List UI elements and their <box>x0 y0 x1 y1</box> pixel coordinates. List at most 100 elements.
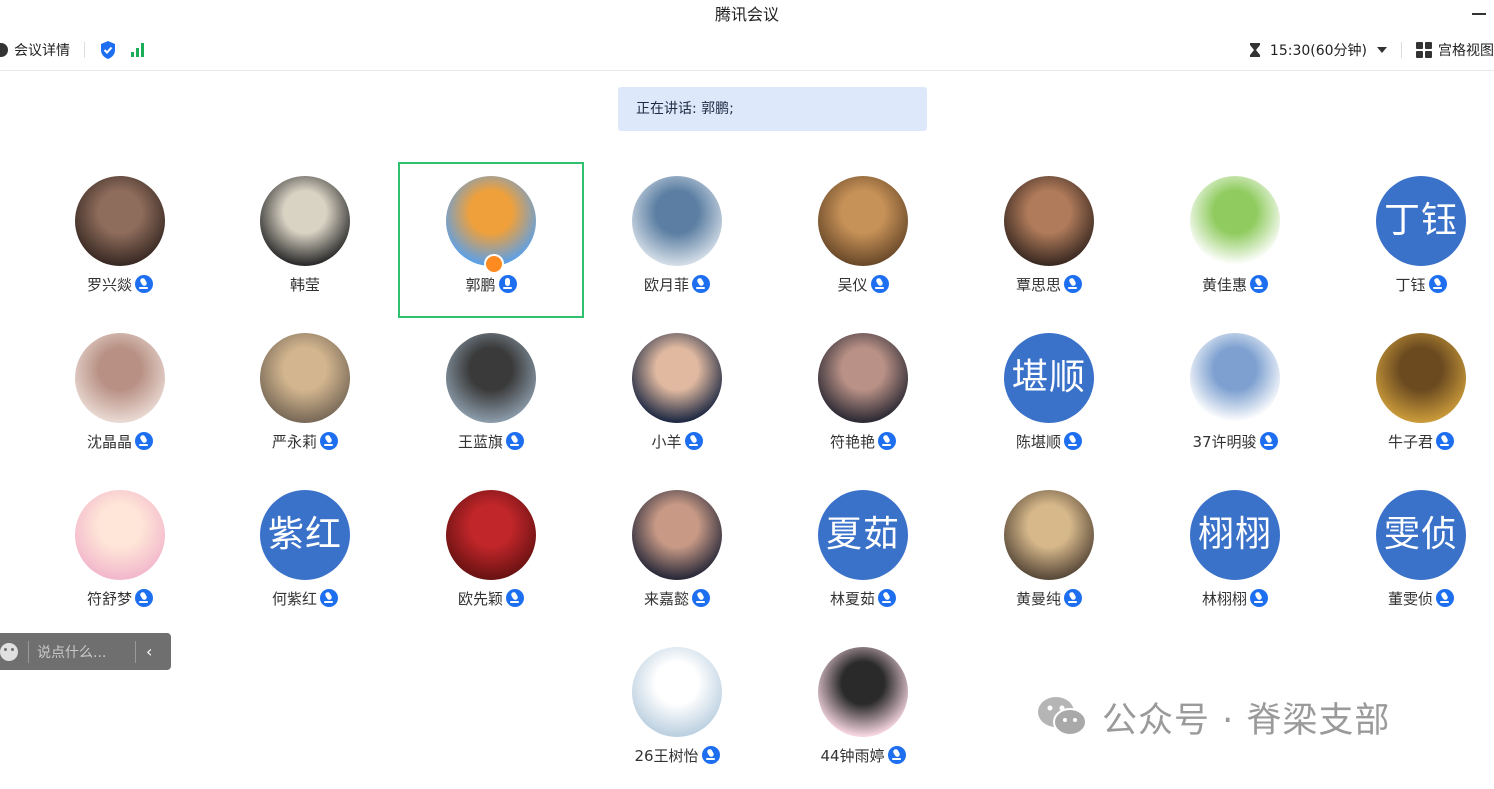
grid-view-icon[interactable] <box>1416 42 1432 58</box>
participant-name-row: 韩莹 <box>212 273 398 295</box>
microphone-icon <box>1064 275 1082 293</box>
participant-name-row: 欧月菲 <box>584 273 770 295</box>
microphone-icon <box>870 275 889 293</box>
participant-name-row: 林夏茹 <box>770 587 956 609</box>
microphone-icon <box>701 746 720 764</box>
speaking-banner: 正在讲话: 郭鹏; <box>618 87 927 131</box>
participant-tile[interactable]: 韩莹 <box>212 162 398 318</box>
participant-name: 韩莹 <box>289 275 320 294</box>
participant-tile[interactable]: 覃思思 <box>956 162 1142 318</box>
participant-name: 符舒梦 <box>86 589 132 608</box>
grid-view-button[interactable]: 宫格视图 <box>1438 40 1494 60</box>
participant-name: 覃思思 <box>1015 275 1061 294</box>
participant-tile[interactable]: 沈晶晶 <box>27 319 213 475</box>
chat-input-bar[interactable]: 说点什么... ‹ <box>0 633 171 670</box>
toolbar-divider <box>1401 42 1402 58</box>
participant-tile[interactable]: 堪顺 陈堪顺 <box>956 319 1142 475</box>
participant-name: 欧先颖 <box>457 589 503 608</box>
participant-tile[interactable]: 郭鹏 <box>398 162 584 318</box>
microphone-icon <box>1428 275 1447 293</box>
participant-name: 来嘉懿 <box>643 589 689 608</box>
participant-name: 黄佳惠 <box>1201 275 1247 294</box>
signal-icon[interactable] <box>131 43 144 57</box>
minimize-icon[interactable] <box>1470 4 1488 22</box>
participant-name: 黄曼纯 <box>1015 589 1061 608</box>
chevron-left-icon[interactable]: ‹ <box>146 642 152 661</box>
participant-tile[interactable]: 王蓝旗 <box>398 319 584 475</box>
meeting-timer: 15:30(60分钟) <box>1269 43 1367 59</box>
participant-name: 吴仪 <box>837 275 868 294</box>
participant-tile[interactable]: 26王树怡 <box>584 633 770 789</box>
participant-tile[interactable]: 黄曼纯 <box>956 476 1142 632</box>
avatar <box>632 647 722 737</box>
participant-tile[interactable]: 栩栩 林栩栩 <box>1142 476 1328 632</box>
watermark: 公众号 · 脊梁支部 <box>1034 694 1390 741</box>
avatar <box>260 176 350 266</box>
microphone-icon <box>878 432 896 450</box>
participant-name: 44钟雨婷 <box>820 746 885 765</box>
participant-name: 董雯侦 <box>1387 589 1433 608</box>
participant-tile[interactable]: 欧先颖 <box>398 476 584 632</box>
participant-name-row: 44钟雨婷 <box>770 744 956 766</box>
microphone-icon <box>498 275 517 293</box>
participant-tile[interactable]: 雯侦董雯侦 <box>1328 476 1494 632</box>
participant-tile[interactable]: 符舒梦 <box>27 476 213 632</box>
participant-name-row: 陈堪顺 <box>956 430 1142 452</box>
participant-tile[interactable]: 小羊 <box>584 319 770 475</box>
participant-name-row: 26王树怡 <box>584 744 770 766</box>
avatar <box>260 333 350 423</box>
participant-name: 沈晶晶 <box>86 432 132 451</box>
participant-tile[interactable]: 黄佳惠 <box>1142 162 1328 318</box>
participant-tile[interactable]: 来嘉懿 <box>584 476 770 632</box>
microphone-icon <box>320 432 338 450</box>
avatar-text: 紫红 <box>260 490 350 580</box>
participant-tile[interactable]: 欧月菲 <box>584 162 770 318</box>
shield-icon[interactable] <box>99 40 117 60</box>
participant-name: 王蓝旗 <box>457 432 503 451</box>
participant-tile[interactable]: 丁钰 丁钰 <box>1328 162 1494 318</box>
toolbar-divider <box>84 42 85 58</box>
avatar-text: 雯侦 <box>1376 490 1466 580</box>
microphone-icon <box>506 589 524 607</box>
avatar <box>1190 333 1280 423</box>
microphone-icon <box>1250 589 1268 607</box>
participant-tile[interactable]: 吴仪 <box>770 162 956 318</box>
avatar <box>818 333 908 423</box>
emoji-icon[interactable] <box>0 642 18 661</box>
avatar <box>446 176 536 266</box>
participant-tile[interactable]: 37许明骏 <box>1142 319 1328 475</box>
participant-tile[interactable]: 符艳艳 <box>770 319 956 475</box>
avatar <box>75 176 165 266</box>
microphone-icon <box>320 589 338 607</box>
avatar-text: 栩栩 <box>1190 490 1280 580</box>
microphone-icon <box>1250 275 1268 293</box>
avatar <box>1190 176 1280 266</box>
meeting-details-button[interactable]: 会议详情 <box>14 40 70 60</box>
hourglass-icon <box>1249 43 1260 57</box>
participant-name-row: 董雯侦 <box>1328 587 1494 609</box>
host-badge-icon <box>484 254 504 274</box>
chat-input[interactable]: 说点什么... <box>37 642 135 662</box>
microphone-icon <box>1064 432 1082 450</box>
participant-name-row: 沈晶晶 <box>27 430 213 452</box>
avatar-text: 堪顺 <box>1004 333 1094 423</box>
avatar <box>818 647 908 737</box>
speaking-names: 郭鹏; <box>701 101 734 117</box>
participant-name-row: 黄曼纯 <box>956 587 1142 609</box>
info-icon[interactable] <box>0 43 8 57</box>
avatar <box>632 333 722 423</box>
participant-tile[interactable]: 牛子君 <box>1328 319 1494 475</box>
participant-name: 小羊 <box>651 432 682 451</box>
chevron-down-icon[interactable] <box>1377 47 1387 53</box>
participant-name: 26王树怡 <box>634 746 699 765</box>
participant-tile[interactable]: 罗兴燚 <box>27 162 213 318</box>
participant-tile[interactable]: 夏茹 林夏茹 <box>770 476 956 632</box>
participant-tile[interactable]: 44钟雨婷 <box>770 633 956 789</box>
participant-tile[interactable]: 严永莉 <box>212 319 398 475</box>
participant-name-row: 牛子君 <box>1328 430 1494 452</box>
participant-tile[interactable]: 紫红 何紫红 <box>212 476 398 632</box>
participant-name-row: 来嘉懿 <box>584 587 770 609</box>
participant-name: 丁钰 <box>1395 275 1426 294</box>
participant-name-row: 符舒梦 <box>27 587 213 609</box>
window-title: 腾讯会议 <box>714 5 779 24</box>
